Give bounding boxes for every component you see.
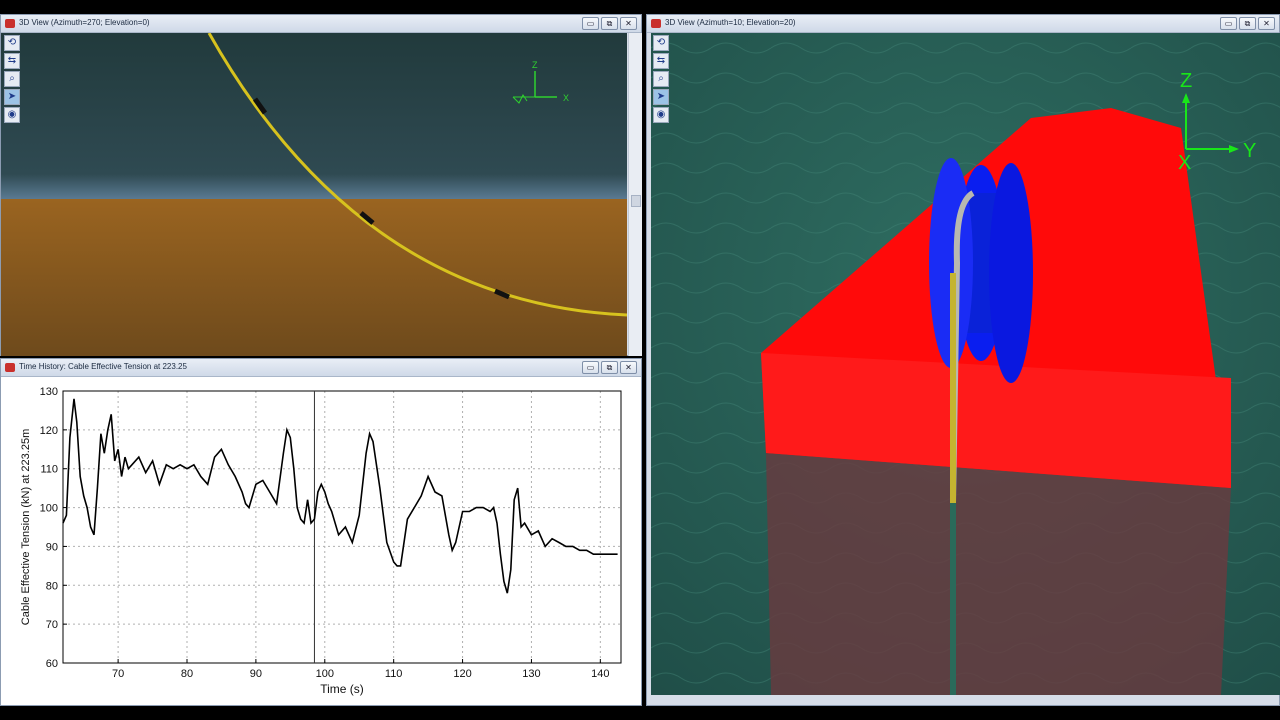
minimize-button[interactable]: ▭ <box>1220 17 1237 30</box>
y-tick-label: 130 <box>40 386 58 398</box>
desktop: 3D View (Azimuth=270; Elevation=0) ▭ ⧉ ✕ <box>0 0 1280 720</box>
y-tick-label: 80 <box>46 580 58 592</box>
minimize-button[interactable]: ▭ <box>582 17 599 30</box>
window-titlebar[interactable]: 3D View (Azimuth=10; Elevation=20) ▭ ⧉ ✕ <box>647 15 1279 33</box>
orbit-icon[interactable]: ⟲ <box>653 35 669 51</box>
time-history-chart[interactable]: 70 80 90 100 110 120 130 140 60 70 80 90 100 110 120 13… <box>1 377 641 705</box>
3d-view-window-side: 3D View (Azimuth=270; Elevation=0) ▭ ⧉ ✕ <box>0 14 642 356</box>
select-icon[interactable]: ➤ <box>653 89 669 105</box>
maximize-button[interactable]: ⧉ <box>601 17 618 30</box>
3d-view-window-perspective: 3D View (Azimuth=10; Elevation=20) ▭ ⧉ ✕ <box>646 14 1280 706</box>
app-icon <box>5 19 15 28</box>
window-title: Time History: Cable Effective Tension at… <box>19 362 187 371</box>
window-title: 3D View (Azimuth=270; Elevation=0) <box>19 18 150 27</box>
close-button[interactable]: ✕ <box>620 361 637 374</box>
zoom-icon[interactable]: ⌕ <box>653 71 669 87</box>
y-tick-label: 90 <box>46 541 58 553</box>
seabed <box>1 199 627 356</box>
vessel-hull-submerged <box>766 453 1231 695</box>
x-tick-label: 70 <box>112 668 124 680</box>
axis-label-z: Z <box>1180 70 1192 92</box>
app-icon <box>5 363 15 372</box>
window-title: 3D View (Azimuth=10; Elevation=20) <box>665 18 796 27</box>
y-tick-label: 100 <box>40 503 58 515</box>
winch-drum <box>929 158 1033 383</box>
axis-label-x: X <box>1178 152 1191 174</box>
time-history-window: Time History: Cable Effective Tension at… <box>0 358 642 706</box>
minimize-button[interactable]: ▭ <box>582 361 599 374</box>
series-line <box>62 398 618 594</box>
x-tick-label: 140 <box>591 668 609 680</box>
x-tick-label: 80 <box>181 668 193 680</box>
camera-icon[interactable]: ◉ <box>653 107 669 123</box>
axis-label-y: Y <box>1243 140 1256 162</box>
3d-viewport-perspective[interactable]: Z Y X <box>651 33 1280 695</box>
y-tick-label: 110 <box>40 464 58 476</box>
view-toolbar: ⟲ ⇆ ⌕ ➤ ◉ <box>4 35 20 123</box>
plot-frame <box>62 390 622 664</box>
maximize-button[interactable]: ⧉ <box>1239 17 1256 30</box>
window-titlebar[interactable]: Time History: Cable Effective Tension at… <box>1 359 641 377</box>
app-icon <box>651 19 661 28</box>
orbit-icon[interactable]: ⟲ <box>4 35 20 51</box>
x-axis-label: Time (s) <box>320 682 364 696</box>
3d-viewport-side[interactable]: Z X <box>1 33 627 356</box>
x-tick-label: 100 <box>316 668 334 680</box>
axis-label-z: Z <box>532 60 538 70</box>
x-tick-label: 130 <box>522 668 540 680</box>
x-tick-label: 120 <box>453 668 471 680</box>
close-button[interactable]: ✕ <box>1258 17 1275 30</box>
x-tick-label: 110 <box>385 668 403 680</box>
camera-icon[interactable]: ◉ <box>4 107 20 123</box>
select-icon[interactable]: ➤ <box>4 89 20 105</box>
y-tick-label: 120 <box>40 425 58 437</box>
axis-label-x: X <box>563 93 569 103</box>
pan-icon[interactable]: ⇆ <box>653 53 669 69</box>
y-tick-label: 60 <box>46 658 58 670</box>
zoom-icon[interactable]: ⌕ <box>4 71 20 87</box>
scrollbar-thumb[interactable] <box>631 195 641 207</box>
vertical-scrollbar[interactable] <box>628 33 642 356</box>
y-tick-label: 70 <box>46 619 58 631</box>
window-titlebar[interactable]: 3D View (Azimuth=270; Elevation=0) ▭ ⧉ ✕ <box>1 15 641 33</box>
view-toolbar: ⟲ ⇆ ⌕ ➤ ◉ <box>653 35 669 123</box>
x-tick-label: 90 <box>250 668 262 680</box>
pan-icon[interactable]: ⇆ <box>4 53 20 69</box>
close-button[interactable]: ✕ <box>620 17 637 30</box>
maximize-button[interactable]: ⧉ <box>601 361 618 374</box>
chart-canvas: 70 80 90 100 110 120 130 140 60 70 80 90 100 110 120 13… <box>20 386 622 696</box>
y-axis-label: Cable Effective Tension (kN) at 223.25m <box>20 429 32 625</box>
